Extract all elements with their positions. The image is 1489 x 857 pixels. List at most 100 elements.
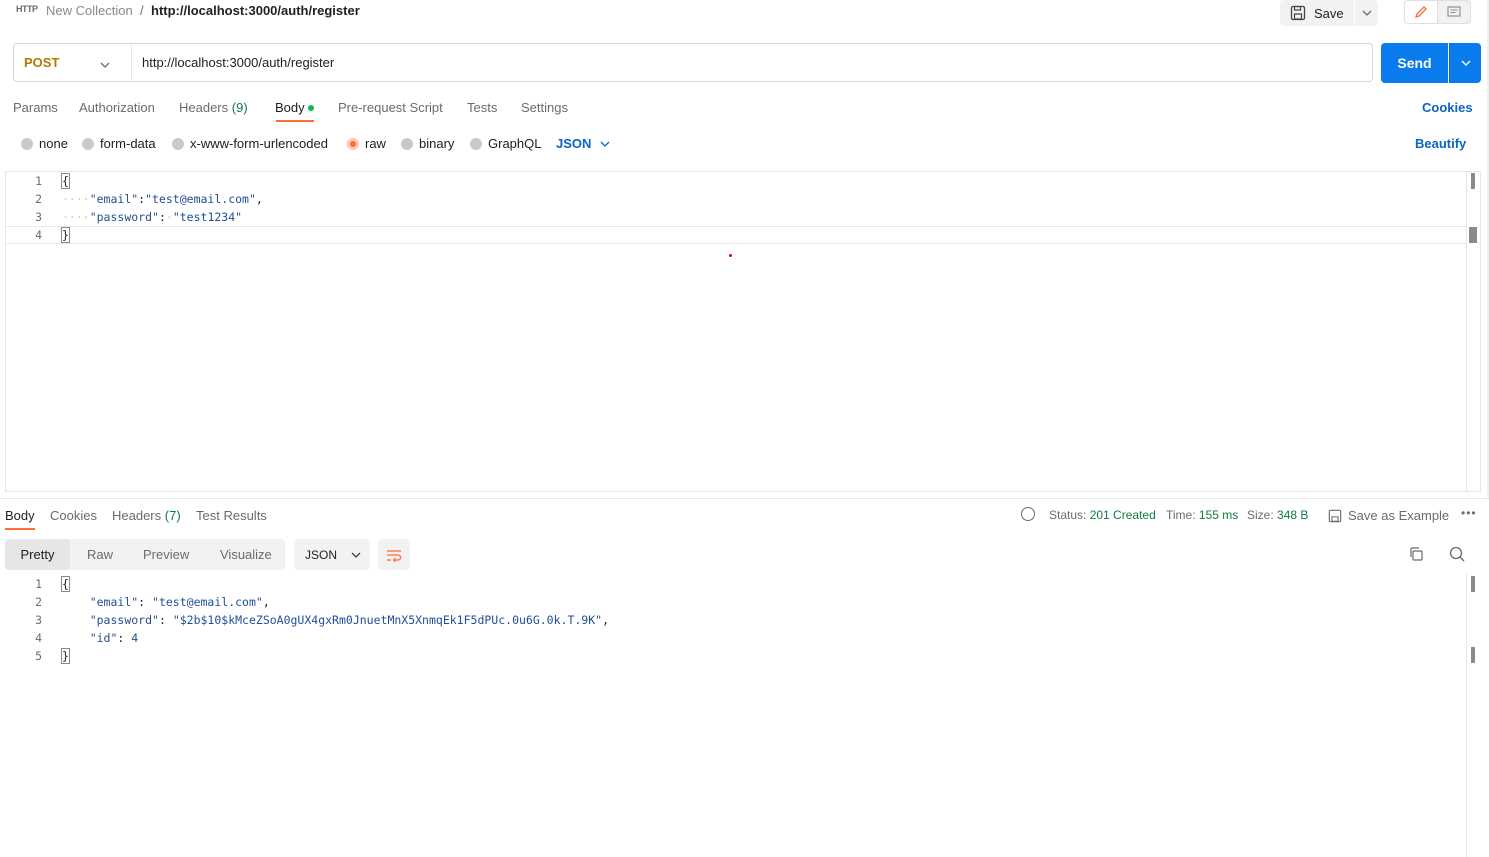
panel-divider[interactable] [0, 498, 1489, 499]
language-select[interactable]: JSON [556, 136, 591, 151]
view-raw[interactable]: Raw [87, 539, 113, 570]
tab-params[interactable]: Params [13, 100, 58, 115]
json-key: "password" [89, 210, 159, 224]
line-number: 2 [35, 595, 42, 609]
line-number: 1 [35, 577, 42, 591]
json-key: "email" [89, 595, 139, 609]
send-button[interactable]: Send [1381, 43, 1448, 83]
more-icon[interactable]: ••• [1461, 506, 1477, 520]
wrap-lines-button[interactable] [378, 539, 410, 570]
cursor-dot [729, 254, 732, 257]
radio-circle [172, 137, 184, 150]
response-format-select[interactable]: JSON [294, 539, 370, 570]
time-value: 155 ms [1198, 508, 1239, 522]
response-time[interactable]: Time: 155 ms [1166, 508, 1238, 522]
view-pretty[interactable]: Pretty [5, 539, 70, 570]
json-key: "password" [89, 613, 159, 627]
globe-icon[interactable] [1021, 507, 1035, 521]
line-number: 1 [35, 174, 42, 188]
line-number: 4 [35, 631, 42, 645]
radio-binary[interactable]: binary [401, 136, 454, 151]
cookies-link[interactable]: Cookies [1422, 100, 1473, 115]
open-brace: { [61, 173, 70, 189]
tab-tests[interactable]: Tests [467, 100, 497, 115]
edit-button[interactable] [1404, 0, 1437, 24]
response-tab-test-results[interactable]: Test Results [196, 508, 267, 523]
response-tab-headers[interactable]: Headers (7) [112, 508, 181, 523]
code-line: ····"email":"test@email.com", [62, 192, 263, 206]
save-button[interactable]: Save [1280, 0, 1354, 26]
chevron-down-icon [1461, 60, 1470, 66]
code-line: { [61, 173, 70, 189]
body-indicator-dot [307, 104, 314, 111]
tab-body-label: Body [275, 100, 305, 115]
response-size[interactable]: Size: 348 B [1247, 508, 1308, 522]
radio-form-data-label: form-data [100, 136, 156, 151]
code-line: "password": "$2b$10$kMceZSoA0gUX4gxRm0Jn… [89, 613, 610, 627]
save-options-button[interactable] [1355, 0, 1378, 26]
json-key: "id" [89, 631, 118, 645]
current-line-highlight [6, 226, 1466, 244]
code-line: } [61, 648, 70, 664]
radio-urlencoded-label: x-www-form-urlencoded [190, 136, 328, 151]
radio-circle [401, 137, 413, 150]
view-preview[interactable]: Preview [143, 539, 189, 570]
open-brace: { [61, 576, 70, 592]
code-line: { [61, 576, 70, 592]
search-icon[interactable] [1449, 546, 1465, 565]
url-input[interactable] [133, 44, 1371, 81]
copy-icon[interactable] [1408, 546, 1424, 565]
send-options-button[interactable] [1449, 43, 1481, 83]
radio-form-data[interactable]: form-data [82, 136, 156, 151]
breadcrumb-collection[interactable]: New Collection [46, 3, 133, 18]
http-icon: HTTP [16, 4, 38, 14]
save-example-icon [1328, 509, 1342, 522]
chevron-down-icon [351, 552, 361, 558]
radio-graphql[interactable]: GraphQL [470, 136, 541, 151]
method-chevron-down-icon[interactable] [100, 56, 110, 71]
line-number: 3 [35, 210, 42, 224]
comment-icon [1447, 5, 1461, 17]
view-visualize[interactable]: Visualize [220, 539, 272, 570]
line-number: 2 [35, 192, 42, 206]
radio-circle [82, 137, 94, 150]
json-value: "test1234" [172, 210, 243, 224]
tab-prerequest-script[interactable]: Pre-request Script [338, 100, 443, 115]
tab-headers[interactable]: Headers (9) [179, 100, 248, 115]
tab-headers-label: Headers [179, 100, 229, 115]
json-value: "test@email.com" [145, 192, 256, 206]
line-number: 4 [35, 228, 42, 242]
response-status[interactable]: Status: 201 Created [1049, 508, 1156, 522]
size-value: 348 B [1277, 508, 1309, 522]
radio-raw[interactable]: raw [347, 136, 386, 151]
json-key: "email" [89, 192, 139, 206]
response-scrollbar[interactable] [1471, 576, 1475, 592]
beautify-button[interactable]: Beautify [1415, 136, 1466, 151]
comments-button[interactable] [1437, 0, 1471, 24]
close-brace: } [61, 227, 70, 243]
tab-body[interactable]: Body [275, 100, 314, 115]
radio-none[interactable]: none [21, 136, 68, 151]
line-number: 5 [35, 649, 42, 663]
tab-settings[interactable]: Settings [521, 100, 568, 115]
response-format-label: JSON [305, 547, 338, 562]
radio-circle [470, 137, 482, 150]
method-select[interactable]: POST [13, 43, 132, 82]
response-tab-cookies[interactable]: Cookies [50, 508, 97, 523]
save-as-example-button[interactable]: Save as Example [1328, 508, 1449, 523]
code-line: "email": "test@email.com", [89, 595, 270, 609]
status-label: Status: [1049, 508, 1087, 522]
edit-icon [1414, 6, 1427, 19]
radio-graphql-label: GraphQL [488, 136, 542, 151]
radio-circle [21, 137, 33, 150]
response-tab-body[interactable]: Body [5, 508, 35, 523]
status-value: 201 Created [1089, 508, 1156, 522]
radio-urlencoded[interactable]: x-www-form-urlencoded [172, 136, 328, 151]
breadcrumb-request-name[interactable]: http://localhost:3000/auth/register [151, 3, 360, 18]
language-chevron-down-icon[interactable] [600, 136, 610, 150]
editor-scrollbar[interactable] [1471, 173, 1475, 189]
editor-scroll-marker [1469, 227, 1477, 243]
tab-authorization[interactable]: Authorization [79, 100, 155, 115]
response-active-tab-underline [5, 528, 35, 530]
save-label: Save [1314, 5, 1344, 21]
